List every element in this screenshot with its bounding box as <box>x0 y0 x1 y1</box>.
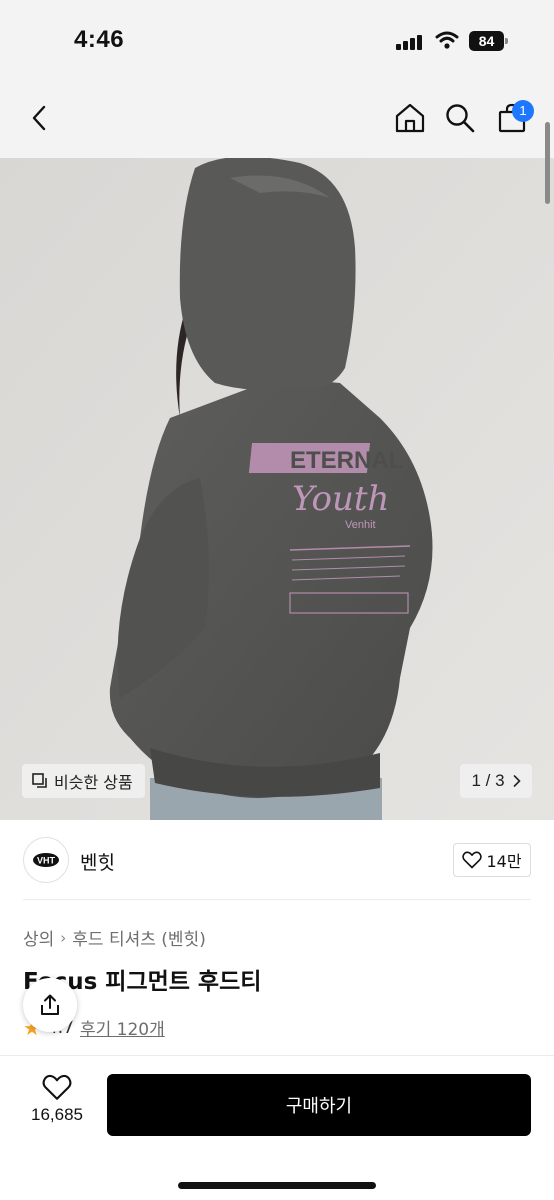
wishlist-count: 16,685 <box>31 1105 83 1124</box>
share-button[interactable] <box>23 978 77 1032</box>
breadcrumb: 상의 › 후드 티셔츠 (벤힛) <box>23 925 206 951</box>
search-icon <box>446 104 475 133</box>
brand-like-count: 14만 <box>486 852 522 871</box>
brand-name[interactable]: 벤힛 <box>80 848 115 875</box>
top-nav-bar: 1 <box>0 82 554 158</box>
similar-products-label: 비슷한 상품 <box>54 773 133 792</box>
divider <box>23 899 531 900</box>
svg-text:ETERNAL: ETERNAL <box>290 447 403 474</box>
wishlist-button[interactable]: 16,685 <box>22 1074 92 1138</box>
cart-count-badge: 1 <box>512 100 534 122</box>
breadcrumb-subcategory[interactable]: 후드 티셔츠 (벤힛) <box>72 925 206 950</box>
share-icon <box>41 994 59 1015</box>
home-button[interactable] <box>388 96 432 140</box>
status-time: 4:46 <box>74 26 125 53</box>
brand-row: VHT 벤힛 14만 <box>0 820 554 900</box>
product-photo: ETERNAL Youth Venhit <box>0 158 554 820</box>
svg-text:Youth: Youth <box>292 479 389 519</box>
brand-logo-text: VHT <box>37 856 56 866</box>
image-page-indicator[interactable]: 1 / 3 <box>460 764 532 798</box>
chevron-right-icon: › <box>60 928 67 947</box>
buy-button[interactable]: 구매하기 <box>107 1074 531 1136</box>
chevron-right-icon <box>513 775 521 787</box>
search-button[interactable] <box>438 96 482 140</box>
svg-text:Venhit: Venhit <box>345 519 376 531</box>
cellular-signal-icon <box>396 34 422 50</box>
heart-outline-icon <box>462 851 483 869</box>
bottom-action-bar: 16,685 구매하기 <box>0 1055 554 1200</box>
similar-products-button[interactable]: 비슷한 상품 <box>22 764 145 798</box>
home-icon <box>395 103 425 133</box>
brand-logo[interactable]: VHT <box>23 837 69 883</box>
cart-button[interactable]: 1 <box>490 96 534 140</box>
chevron-left-icon <box>32 105 46 131</box>
battery-icon: 84 <box>469 31 509 51</box>
home-indicator <box>178 1182 376 1189</box>
reviews-link[interactable]: 후기 120개 <box>80 1015 165 1040</box>
battery-level: 84 <box>469 31 504 51</box>
scrollbar[interactable] <box>545 122 550 204</box>
back-button[interactable] <box>18 96 62 140</box>
copy-icon <box>32 773 47 788</box>
product-image-gallery[interactable]: ETERNAL Youth Venhit 비슷한 상품 1 / 3 <box>0 158 554 820</box>
status-bar: 4:46 84 <box>0 0 554 82</box>
breadcrumb-category[interactable]: 상의 <box>23 925 54 950</box>
brand-like-button[interactable]: 14만 <box>453 843 531 877</box>
heart-outline-icon <box>42 1074 72 1100</box>
wifi-icon <box>435 30 459 50</box>
page-indicator-text: 1 / 3 <box>471 771 505 790</box>
